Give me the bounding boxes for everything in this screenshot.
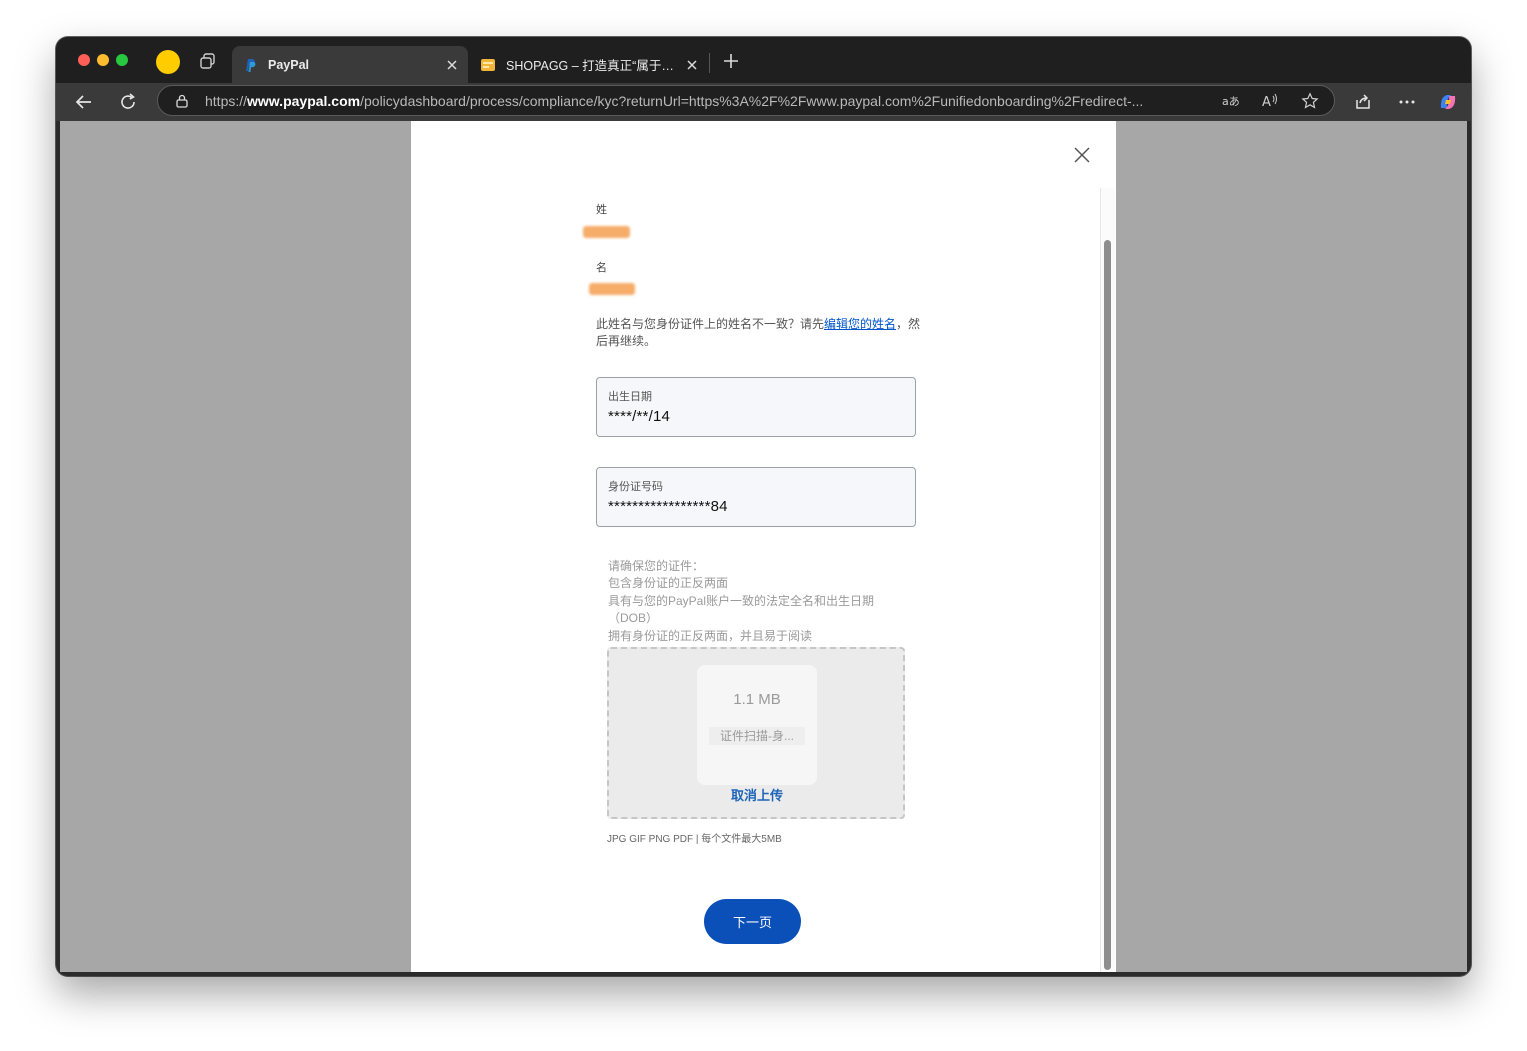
browser-window: PayPal SHOPAGG – 打造真正“属于你的” https://www.…: [56, 37, 1471, 976]
tab-title: SHOPAGG – 打造真正“属于你的”: [506, 59, 686, 73]
lock-icon[interactable]: [175, 94, 189, 108]
tab-separator: [709, 53, 710, 73]
read-aloud-icon[interactable]: A: [1261, 92, 1279, 110]
next-page-button[interactable]: 下一页: [704, 899, 801, 944]
requirements-title: 请确保您的证件：: [608, 559, 705, 573]
document-upload-dropzone[interactable]: 1.1 MB 证件扫描-身... 取消上传: [607, 647, 905, 819]
requirement-item: 具有与您的PayPal账户一致的法定全名和出生日期（DOB）: [608, 593, 875, 626]
close-tab-icon[interactable]: [686, 59, 698, 71]
copilot-icon[interactable]: [1437, 91, 1459, 113]
id-number-label: 身份证号码: [608, 481, 663, 493]
reload-icon[interactable]: [117, 91, 139, 113]
close-icon[interactable]: [1073, 146, 1091, 164]
address-bar[interactable]: https://www.paypal.com/policydashboard/p…: [157, 85, 1335, 116]
translate-icon[interactable]: aあ: [1221, 92, 1239, 110]
scrollbar-thumb[interactable]: [1104, 240, 1111, 970]
file-size: 1.1 MB: [733, 691, 781, 708]
profile-avatar[interactable]: [156, 50, 180, 74]
requirement-item: 拥有身份证的正反两面，并且易于阅读: [608, 628, 813, 643]
favorite-star-icon[interactable]: [1301, 92, 1319, 110]
dob-field[interactable]: 出生日期 ****/**/14: [596, 377, 916, 437]
first-name-redacted-value: [589, 283, 635, 295]
browser-toolbar: https://www.paypal.com/policydashboard/p…: [56, 83, 1471, 121]
requirement-item: 包含身份证的正反两面: [608, 576, 729, 590]
page-viewport: 姓 名 此姓名与您身份证件上的姓名不一致？请先编辑您的姓名，然后再继续。 出生日…: [60, 121, 1467, 972]
url-text[interactable]: https://www.paypal.com/policydashboard/p…: [205, 93, 1205, 109]
name-mismatch-notice: 此姓名与您身份证件上的姓名不一致？请先编辑您的姓名，然后再继续。: [596, 317, 921, 348]
tab-shopagg[interactable]: SHOPAGG – 打造真正“属于你的”: [470, 46, 708, 83]
scrollbar[interactable]: [1100, 188, 1115, 972]
last-name-redacted-value: [583, 226, 630, 238]
dob-label: 出生日期: [608, 391, 652, 403]
last-name-label: 姓: [596, 204, 607, 216]
kyc-modal: 姓 名 此姓名与您身份证件上的姓名不一致？请先编辑您的姓名，然后再继续。 出生日…: [411, 121, 1116, 972]
tab-title: PayPal: [268, 57, 310, 72]
edit-name-link[interactable]: 编辑您的姓名: [824, 317, 896, 331]
minimize-window-button[interactable]: [97, 54, 109, 66]
back-arrow-icon[interactable]: [73, 91, 95, 113]
share-icon[interactable]: [1352, 91, 1374, 113]
tab-actions-icon[interactable]: [199, 52, 217, 70]
close-window-button[interactable]: [78, 54, 90, 66]
file-format-hint: JPG GIF PNG PDF | 每个文件最大5MB: [607, 834, 782, 845]
file-name: 证件扫描-身...: [709, 727, 805, 745]
uploaded-file-card: 1.1 MB 证件扫描-身...: [697, 665, 817, 785]
new-tab-icon[interactable]: [722, 52, 740, 70]
id-number-value[interactable]: *****************84: [608, 498, 728, 515]
svg-text:aあ: aあ: [1222, 95, 1239, 108]
first-name-label: 名: [596, 262, 607, 274]
svg-text:A: A: [1262, 95, 1271, 110]
tab-paypal[interactable]: PayPal: [232, 46, 468, 83]
shopagg-favicon-icon: [481, 58, 495, 71]
id-number-field[interactable]: 身份证号码 *****************84: [596, 467, 916, 527]
paypal-favicon-icon: [246, 58, 256, 72]
close-tab-icon[interactable]: [446, 59, 458, 71]
more-options-icon[interactable]: [1396, 91, 1418, 113]
maximize-window-button[interactable]: [116, 54, 128, 66]
requirements-list: 包含身份证的正反两面 具有与您的PayPal账户一致的法定全名和出生日期（DOB…: [608, 575, 908, 645]
tab-strip: PayPal SHOPAGG – 打造真正“属于你的”: [56, 37, 1471, 83]
cancel-upload-button[interactable]: 取消上传: [609, 785, 905, 804]
dob-value[interactable]: ****/**/14: [608, 408, 670, 425]
